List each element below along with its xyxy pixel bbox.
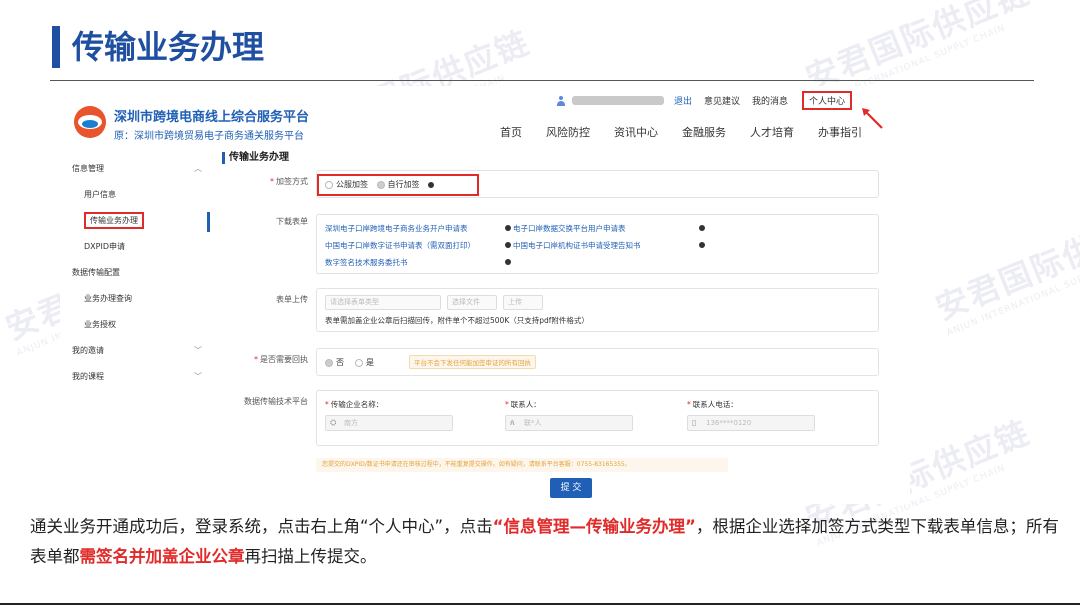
radio-receipt-no[interactable]: 否 <box>325 357 344 368</box>
download-box: 深圳电子口岸跨境电子商务业务开户申请表 电子口岸数据交换平台用户申请表 中国电子… <box>316 214 879 274</box>
platform-label: 数据传输技术平台 <box>244 397 308 406</box>
site-old-name: 原：深圳市跨境贸易电子商务通关服务平台 <box>114 131 304 142</box>
download-link[interactable]: 深圳电子口岸跨境电子商务业务开户申请表 <box>325 223 468 234</box>
sidebar-item-query[interactable]: 业务办理查询 <box>72 286 210 312</box>
pending-notice: 您提交的DXPID/数证书申请还在审核过程中，不能重复提交操作。如有疑问，请联系… <box>316 458 728 472</box>
sidebar: 信息管理 ︿ 用户信息 传输业务办理 DXPID申请 数据传输配置 业务办理查询… <box>72 156 210 390</box>
title-divider <box>50 80 1034 81</box>
sidebar-item-transmission[interactable]: 传输业务办理 <box>72 208 210 234</box>
phone-label: * 联系人电话： <box>687 400 738 409</box>
receipt-tip: 平台不会下发任何能加签审证的所有回执 <box>409 355 536 369</box>
phone-icon: ▯ <box>692 418 697 427</box>
radio-public-sign[interactable]: 公服加签 <box>325 180 368 189</box>
radio-receipt-yes[interactable]: 是 <box>355 357 374 368</box>
instruction-caption: 通关业务开通成功后，登录系统，点击右上角“个人中心”，点击“信息管理—传输业务办… <box>30 517 1059 566</box>
submit-button[interactable]: 提 交 <box>550 478 592 498</box>
watermark: 安君国际供应链ANJUN INTERNATIONAL SUPPLY CHAIN <box>930 203 1080 339</box>
sidebar-item-dxpid[interactable]: DXPID申请 <box>72 234 210 260</box>
user-icon <box>556 95 566 106</box>
download-link[interactable]: 电子口岸数据交换平台用户申请表 <box>513 223 626 234</box>
info-dot-icon <box>699 225 705 231</box>
nav-risk[interactable]: 风险防控 <box>546 124 590 140</box>
title-accent-bar <box>52 26 60 68</box>
sign-method-highlight: 公服加签 自行加签 <box>317 174 479 196</box>
form-type-select[interactable]: 请选择表单类型 <box>325 295 441 310</box>
upload-note: 表单需加盖企业公章后扫描回传，附件单个不超过500K（只支持pdf附件格式） <box>325 316 589 325</box>
upload-button[interactable]: 上传 <box>503 295 543 310</box>
receipt-box: 否 是 平台不会下发任何能加签审证的所有回执 <box>316 348 879 376</box>
person-icon: ጰ <box>510 418 515 427</box>
company-icon: ⛭ <box>330 418 337 427</box>
upload-box: 请选择表单类型 选择文件 上传 表单需加盖企业公章后扫描回传，附件单个不超过50… <box>316 288 879 332</box>
info-dot-icon <box>699 242 705 248</box>
info-dot-icon <box>505 242 511 248</box>
main-nav: 首页 风险防控 资讯中心 金融服务 人才培育 办事指引 <box>500 124 886 140</box>
radio-self-sign[interactable]: 自行加签 <box>376 180 420 189</box>
upload-label: 表单上传 <box>276 295 308 304</box>
bottom-divider <box>0 603 1080 605</box>
messages-link[interactable]: 我的消息 <box>752 94 788 107</box>
sidebar-item-user-info[interactable]: 用户信息 <box>72 182 210 208</box>
chevron-up-icon: ︿ <box>194 164 202 173</box>
company-label: * 传输企业名称： <box>325 400 384 409</box>
choose-file-button[interactable]: 选择文件 <box>447 295 497 310</box>
company-input[interactable]: ⛭ 南方 <box>325 415 453 431</box>
download-link[interactable]: 数字签名技术服务委托书 <box>325 257 408 268</box>
sidebar-item-data-config[interactable]: 数据传输配置 <box>72 260 210 286</box>
nav-guide[interactable]: 办事指引 <box>818 124 862 140</box>
blurred-username <box>572 96 664 105</box>
nav-home[interactable]: 首页 <box>500 124 522 140</box>
chevron-down-icon: ﹀ <box>194 346 202 355</box>
sidebar-group-courses[interactable]: 我的课程 ﹀ <box>72 364 210 390</box>
feedback-link[interactable]: 意见建议 <box>704 94 740 107</box>
slide-title: 传输业务办理 <box>72 28 265 66</box>
logout-link[interactable]: 退出 <box>674 94 692 107</box>
download-link[interactable]: 中国电子口岸数字证书申请表（需双面打印） <box>325 240 475 251</box>
platform-box: * 传输企业名称： ⛭ 南方 * 联系人： ጰ 联*人 * 联系人电话： ▯ 136****… <box>316 390 879 446</box>
sign-method-label: * 加签方式 <box>270 177 308 186</box>
download-link[interactable]: 中国电子口岸机构证书申请受理告知书 <box>513 240 641 251</box>
sidebar-group-invites[interactable]: 我的邀请 ﹀ <box>72 338 210 364</box>
active-indicator <box>207 212 210 232</box>
sign-method-box: 公服加签 自行加签 <box>316 170 879 198</box>
portal-logo-icon <box>74 106 106 138</box>
portal-screenshot: 深圳市跨境电商线上综合服务平台 原：深圳市跨境贸易电子商务通关服务平台 退出 意… <box>60 86 910 504</box>
site-name: 深圳市跨境电商线上综合服务平台 <box>114 110 310 125</box>
nav-news[interactable]: 资讯中心 <box>614 124 658 140</box>
top-bar: 退出 意见建议 我的消息 个人中心 <box>556 91 853 110</box>
user-center-link[interactable]: 个人中心 <box>802 91 853 110</box>
contact-input[interactable]: ጰ 联*人 <box>505 415 633 431</box>
info-dot-icon <box>505 259 511 265</box>
nav-finance[interactable]: 金融服务 <box>682 124 726 140</box>
info-dot-icon <box>428 181 435 188</box>
contact-label: * 联系人： <box>505 400 541 409</box>
receipt-label: * 是否需要回执 <box>254 355 308 364</box>
phone-input[interactable]: ▯ 136****0120 <box>687 415 815 431</box>
sidebar-item-auth[interactable]: 业务授权 <box>72 312 210 338</box>
sidebar-group-info[interactable]: 信息管理 ︿ <box>72 156 210 182</box>
chevron-down-icon: ﹀ <box>194 372 202 381</box>
info-dot-icon <box>505 225 511 231</box>
nav-talent[interactable]: 人才培育 <box>750 124 794 140</box>
form-title: 传输业务办理 <box>222 152 289 164</box>
download-label: 下载表单 <box>276 217 308 226</box>
